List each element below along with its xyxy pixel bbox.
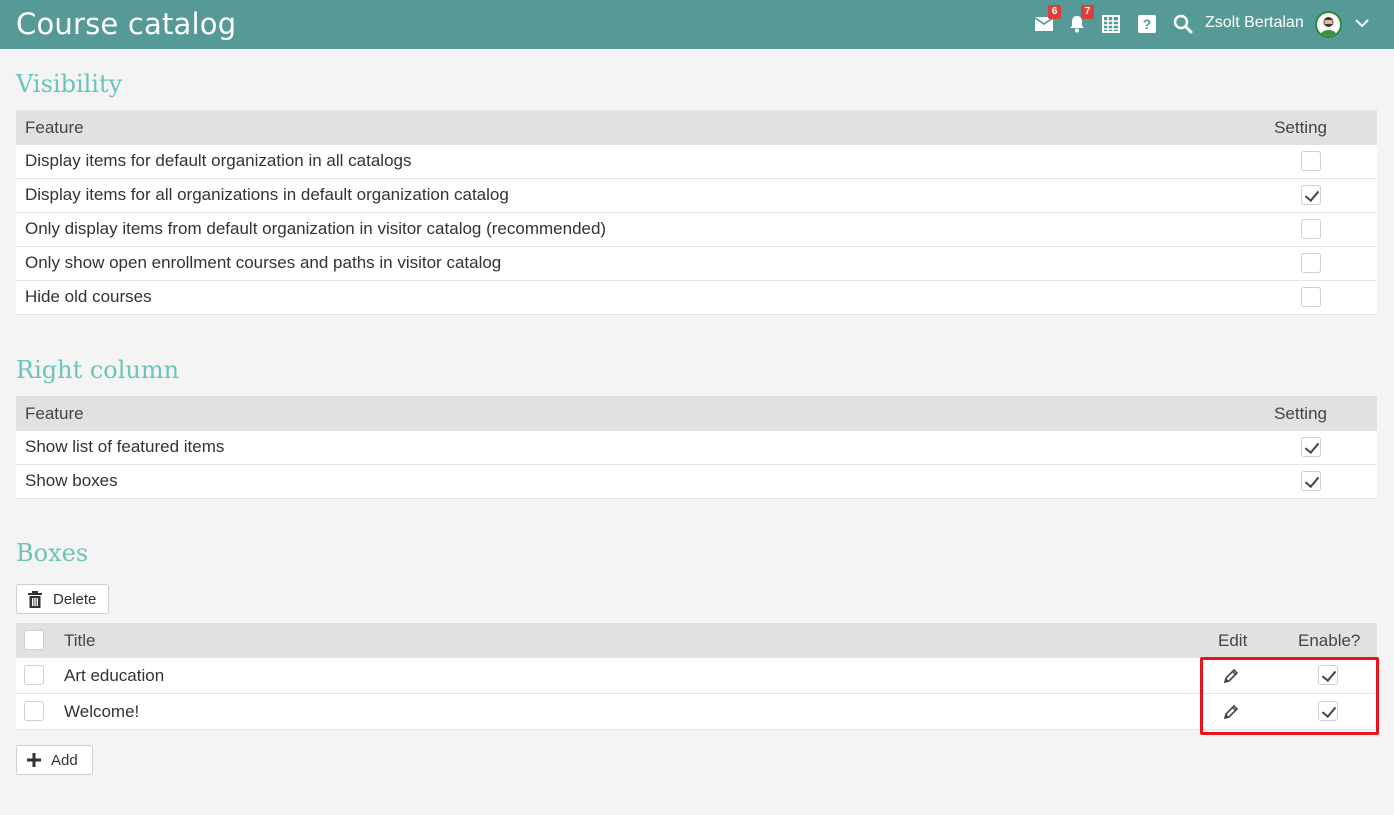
column-enable: Enable? [1298,631,1361,650]
box-title: Art education [64,666,165,685]
visibility-heading: Visibility [16,70,123,98]
delete-label: Delete [53,590,97,608]
feature-label: Only display items from default organiza… [25,219,607,238]
help-icon: ? [1138,15,1156,33]
row-select-checkbox[interactable] [24,701,44,721]
search-icon [1173,14,1193,34]
user-name[interactable]: Zsolt Bertalan [1205,14,1304,32]
calendar-icon [1102,15,1120,33]
column-edit: Edit [1218,631,1248,650]
table-row: Only display items from default organiza… [16,213,1377,247]
row-select-checkbox[interactable] [24,665,44,685]
table-row: Display items for default organization i… [16,145,1377,179]
setting-checkbox[interactable] [1301,185,1321,205]
table-header: Feature Setting [16,110,1377,145]
right-column-heading: Right column [16,356,180,384]
mail-button[interactable]: 6 [1033,5,1061,35]
table-row: Hide old courses [16,281,1377,315]
user-menu-toggle[interactable] [1353,14,1371,32]
table-row: Welcome! [16,694,1377,730]
setting-checkbox[interactable] [1301,471,1321,491]
box-title: Welcome! [64,702,140,721]
plus-icon [27,753,41,767]
calendar-button[interactable] [1100,13,1122,35]
enable-checkbox[interactable] [1318,665,1338,685]
page-title: Course catalog [16,7,237,41]
column-setting: Setting [1274,118,1327,137]
table-row: Show list of featured items [16,431,1377,465]
table-header: Title Edit Enable? [16,623,1377,658]
add-button[interactable]: Add [16,745,93,775]
feature-label: Show boxes [25,471,118,490]
search-button[interactable] [1172,13,1194,35]
mail-badge: 6 [1048,5,1061,19]
chevron-down-icon [1355,19,1369,28]
boxes-table: Title Edit Enable? Art education Welcome… [16,623,1377,730]
feature-label: Show list of featured items [25,437,225,456]
table-row: Art education [16,658,1377,694]
help-button[interactable]: ? [1136,13,1158,35]
notifications-badge: 7 [1081,5,1094,19]
setting-checkbox[interactable] [1301,287,1321,307]
table-row: Display items for all organizations in d… [16,179,1377,213]
column-feature: Feature [25,118,84,137]
top-bar: Course catalog 6 7 ? Zsolt Bertalan [0,0,1394,49]
trash-icon [27,590,43,608]
setting-checkbox[interactable] [1301,437,1321,457]
edit-pencil-icon[interactable] [1222,667,1240,685]
delete-button[interactable]: Delete [16,584,109,614]
feature-label: Only show open enrollment courses and pa… [25,253,502,272]
add-label: Add [51,751,78,769]
table-header: Feature Setting [16,396,1377,431]
table-row: Only show open enrollment courses and pa… [16,247,1377,281]
enable-checkbox[interactable] [1318,701,1338,721]
boxes-heading: Boxes [16,539,89,567]
feature-label: Display items for default organization i… [25,151,412,170]
edit-pencil-icon[interactable] [1222,703,1240,721]
notifications-button[interactable]: 7 [1066,5,1094,35]
svg-text:?: ? [1143,16,1152,32]
visibility-table: Feature Setting Display items for defaul… [16,110,1377,315]
feature-label: Display items for all organizations in d… [25,185,509,204]
feature-label: Hide old courses [25,287,152,306]
table-row: Show boxes [16,465,1377,499]
right-column-table: Feature Setting Show list of featured it… [16,396,1377,499]
avatar[interactable] [1315,11,1342,38]
column-setting: Setting [1274,404,1327,423]
setting-checkbox[interactable] [1301,253,1321,273]
column-feature: Feature [25,404,84,423]
setting-checkbox[interactable] [1301,219,1321,239]
setting-checkbox[interactable] [1301,151,1321,171]
select-all-checkbox[interactable] [24,630,44,650]
column-title: Title [64,631,96,650]
